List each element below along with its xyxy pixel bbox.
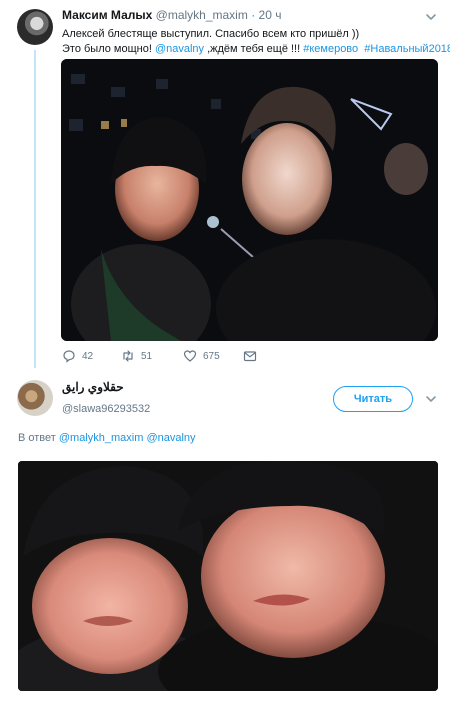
tweet-text-fragment: Это было мощно! bbox=[62, 43, 155, 55]
author-name[interactable]: حقلاوي رايق bbox=[62, 380, 124, 394]
retweet-count: 51 bbox=[141, 350, 153, 362]
reply-context: В ответ @malykh_maxim @navalny bbox=[18, 432, 196, 444]
like-action[interactable]: 675 bbox=[183, 349, 220, 363]
tweet-text: Алексей блестяще выступил. Спасибо всем … bbox=[62, 27, 450, 57]
tweet-header: Максим Малых @malykh_maxim · 20 ч bbox=[62, 8, 281, 22]
avatar[interactable] bbox=[17, 380, 53, 416]
follow-button[interactable]: Читать bbox=[333, 386, 413, 412]
author-handle[interactable]: @malykh_maxim bbox=[156, 8, 248, 22]
reply-icon bbox=[63, 350, 75, 363]
retweet-icon bbox=[123, 350, 133, 362]
photo-content bbox=[61, 59, 438, 341]
header-separator: · bbox=[251, 8, 256, 22]
reply-action[interactable]: 42 bbox=[62, 349, 93, 363]
tweet-photo[interactable] bbox=[18, 461, 438, 691]
direct-message-icon bbox=[243, 351, 257, 362]
tweet-text-line-2: Это было мощно! @navalny ,ждём тебя ещё … bbox=[62, 42, 450, 57]
tweet-text-line-1: Алексей блестяще выступил. Спасибо всем … bbox=[62, 28, 360, 40]
retweet-action[interactable]: 51 bbox=[121, 349, 152, 363]
author-handle[interactable]: @slawa96293532 bbox=[62, 403, 150, 415]
hashtag-link[interactable]: #Навальный2018 bbox=[364, 43, 450, 55]
mention-link[interactable]: @navalny bbox=[155, 43, 204, 55]
chevron-down-icon[interactable] bbox=[424, 10, 438, 24]
direct-message-action[interactable] bbox=[243, 349, 257, 363]
reply-prefix: В ответ bbox=[18, 432, 59, 444]
reply-count: 42 bbox=[82, 350, 94, 362]
mention-link[interactable]: @malykh_maxim bbox=[59, 432, 144, 444]
thread-connector-line bbox=[34, 50, 36, 368]
chevron-down-icon[interactable] bbox=[424, 392, 438, 406]
hashtag-link[interactable]: #кемерово bbox=[303, 43, 358, 55]
tweet-text-fragment: ,ждём тебя ещё !!! bbox=[204, 43, 304, 55]
tweet-timestamp[interactable]: 20 ч bbox=[259, 8, 282, 22]
avatar[interactable] bbox=[17, 9, 53, 45]
tweet-original: Максим Малых @malykh_maxim · 20 ч Алексе… bbox=[0, 0, 450, 372]
tweet-reply: حقلاوي رايق @slawa96293532 Читать В отве… bbox=[0, 372, 450, 702]
author-name[interactable]: Максим Малых bbox=[62, 8, 152, 22]
mention-link[interactable]: @navalny bbox=[146, 432, 195, 444]
tweet-photo[interactable] bbox=[61, 59, 438, 341]
like-count: 675 bbox=[203, 350, 220, 362]
like-icon bbox=[183, 350, 197, 362]
photo-content bbox=[18, 461, 438, 691]
